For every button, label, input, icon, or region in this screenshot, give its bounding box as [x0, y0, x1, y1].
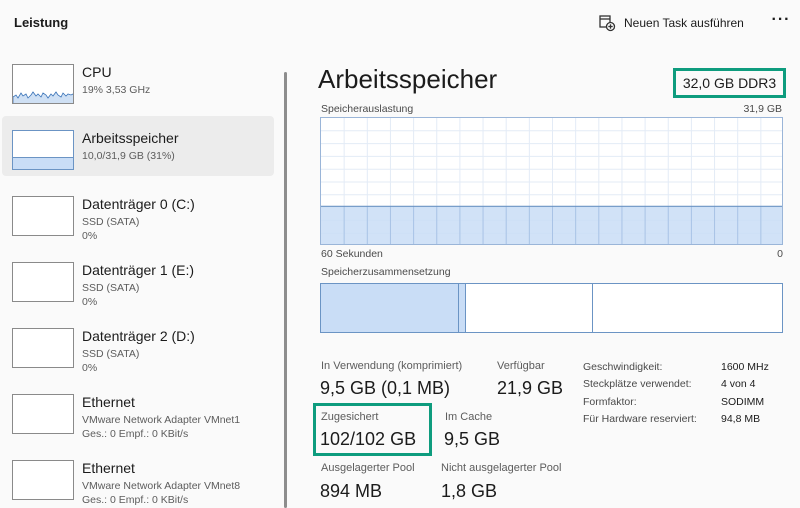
in-use-label: In Verwendung (komprimiert)	[321, 360, 463, 372]
sidebar-item-subtitle: SSD (SATA)	[82, 348, 140, 360]
memory-usage-graph-svg	[321, 118, 782, 244]
sidebar-item-title: Datenträger 0 (C:)	[82, 196, 195, 212]
sidebar-item-title: Ethernet	[82, 460, 135, 476]
in-use-value: 9,5 GB (0,1 MB)	[320, 378, 451, 398]
memory-thumbnail	[12, 130, 74, 170]
cached-label: Im Cache	[445, 411, 493, 423]
new-task-button[interactable]: Neuen Task ausführen	[598, 12, 744, 34]
sidebar-item-usage: 0%	[82, 296, 98, 308]
sidebar-item-subtitle: SSD (SATA)	[82, 282, 140, 294]
new-task-icon	[598, 14, 616, 32]
composition-label: Speicherzusammensetzung	[321, 266, 451, 278]
memory-heading: Arbeitsspeicher	[318, 64, 498, 94]
memory-composition-bar[interactable]	[320, 283, 783, 333]
graph-zero-label: 0	[777, 248, 783, 260]
slots-value: 4 von 4	[721, 378, 756, 390]
sidebar-item-usage: 0%	[82, 362, 98, 374]
sidebar-item-memory[interactable]: Arbeitsspeicher 10,0/31,9 GB (31%)	[2, 116, 274, 176]
page-title: Leistung	[14, 15, 69, 30]
memory-spec-badge: 32,0 GB DDR3	[673, 68, 786, 98]
composition-modified	[459, 284, 466, 332]
ethernet-thumbnail	[12, 460, 74, 500]
cached-value: 9,5 GB	[444, 429, 501, 449]
ethernet-thumbnail	[12, 394, 74, 434]
speed-value: 1600 MHz	[721, 361, 769, 373]
hardware-reserved-key: Für Hardware reserviert:	[583, 413, 697, 425]
sidebar-item-subtitle: VMware Network Adapter VMnet8	[82, 480, 241, 492]
sidebar: CPU 19% 3,53 GHz Arbeitsspeicher 10,0/31…	[0, 50, 280, 508]
graph-time-label: 60 Sekunden	[321, 248, 383, 260]
sidebar-item-title: CPU	[82, 64, 112, 80]
sidebar-item-subtitle: VMware Network Adapter VMnet1	[82, 414, 241, 426]
available-label: Verfügbar	[497, 360, 545, 372]
sidebar-item-throughput: Ges.: 0 Empf.: 0 KBit/s	[82, 494, 189, 506]
disk-thumbnail	[12, 196, 74, 236]
sidebar-item-disk-0[interactable]: Datenträger 0 (C:) SSD (SATA) 0%	[2, 182, 274, 242]
cpu-thumbnail	[12, 64, 74, 104]
sidebar-item-subtitle: SSD (SATA)	[82, 216, 140, 228]
header-bar: Leistung Neuen Task ausführen ···	[0, 0, 800, 46]
sidebar-item-throughput: Ges.: 0 Empf.: 0 KBit/s	[82, 428, 189, 440]
nonpaged-pool-value: 1,8 GB	[441, 481, 498, 501]
paged-pool-value: 894 MB	[320, 481, 383, 501]
committed-label: Zugesichert	[321, 411, 379, 423]
composition-standby	[466, 284, 593, 332]
sidebar-item-title: Ethernet	[82, 394, 135, 410]
more-options-icon[interactable]: ···	[770, 11, 792, 33]
available-value: 21,9 GB	[497, 378, 564, 398]
memory-thumbnail-fill	[13, 157, 73, 169]
disk-thumbnail	[12, 262, 74, 302]
sidebar-item-ethernet-vmnet8[interactable]: Ethernet VMware Network Adapter VMnet8 G…	[2, 446, 274, 506]
hardware-reserved-value: 94,8 MB	[721, 413, 761, 425]
sidebar-item-disk-2[interactable]: Datenträger 2 (D:) SSD (SATA) 0%	[2, 314, 274, 374]
composition-in-use	[321, 284, 459, 332]
sidebar-item-disk-1[interactable]: Datenträger 1 (E:) SSD (SATA) 0%	[2, 248, 274, 308]
sidebar-item-usage: 0%	[82, 230, 98, 242]
speed-key: Geschwindigkeit:	[583, 361, 663, 373]
sidebar-scrollbar[interactable]	[284, 72, 287, 508]
sidebar-item-subtitle: 10,0/31,9 GB (31%)	[82, 150, 175, 162]
sidebar-item-cpu[interactable]: CPU 19% 3,53 GHz	[2, 50, 274, 110]
disk-thumbnail	[12, 328, 74, 368]
graph-max-label: 31,9 GB	[743, 103, 782, 115]
form-factor-key: Formfaktor:	[583, 396, 637, 408]
sidebar-item-title: Datenträger 1 (E:)	[82, 262, 195, 278]
slots-key: Steckplätze verwendet:	[583, 378, 692, 390]
sidebar-item-subtitle: 19% 3,53 GHz	[82, 84, 151, 96]
sidebar-item-title: Datenträger 2 (D:)	[82, 328, 195, 344]
sidebar-item-ethernet-vmnet1[interactable]: Ethernet VMware Network Adapter VMnet1 G…	[2, 380, 274, 440]
paged-pool-label: Ausgelagerter Pool	[321, 462, 415, 474]
graph-label: Speicherauslastung	[321, 103, 414, 115]
committed-value: 102/102 GB	[320, 429, 417, 449]
form-factor-value: SODIMM	[721, 396, 765, 408]
memory-usage-graph	[320, 117, 783, 245]
sidebar-item-title: Arbeitsspeicher	[82, 130, 179, 146]
nonpaged-pool-label: Nicht ausgelagerter Pool	[441, 462, 562, 474]
new-task-label: Neuen Task ausführen	[624, 16, 744, 30]
